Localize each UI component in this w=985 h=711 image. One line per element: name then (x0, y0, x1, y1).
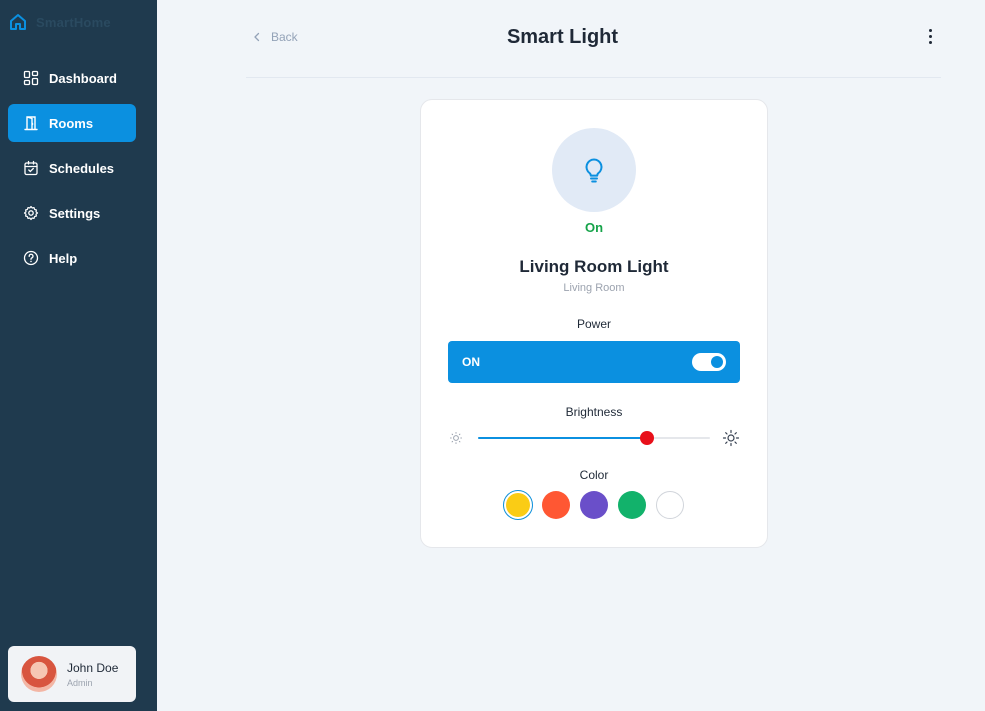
sidebar-item-schedules[interactable]: Schedules (8, 149, 136, 187)
power-toggle[interactable]: ON (448, 341, 740, 383)
page-title-text: Smart Light (506, 26, 619, 48)
device-card: On Living Room Light Living Room Power O… (420, 99, 768, 548)
door-icon (23, 115, 39, 131)
color-label: Color (579, 468, 609, 482)
lightbulb-icon (585, 158, 603, 183)
help-circle-icon (23, 250, 39, 266)
user-card[interactable]: John Doe Admin (8, 646, 136, 702)
page-title: Smart Light (0, 26, 985, 49)
avatar (21, 656, 57, 692)
header-divider (246, 77, 941, 78)
brightness-slider[interactable] (478, 431, 710, 445)
brightness-fill (478, 437, 648, 439)
sidebar-item-help[interactable]: Help (8, 239, 136, 277)
user-name: John Doe (67, 660, 119, 675)
more-vertical-icon[interactable] (920, 25, 940, 47)
user-info: John Doe Admin (67, 661, 118, 688)
toggle-switch[interactable] (692, 353, 726, 371)
sidebar-item-label: Schedules (49, 160, 115, 176)
brightness-label: Brightness (565, 405, 623, 419)
sidebar-nav: Dashboard Rooms Schedules Settings Help (8, 59, 136, 284)
grid-icon (23, 70, 39, 86)
gear-icon (23, 205, 39, 221)
color-swatch-orange[interactable] (542, 491, 570, 519)
sidebar: SmartHome Dashboard Rooms Schedules Sett… (0, 0, 157, 711)
sun-bright-icon (722, 429, 740, 447)
device-state: On (584, 220, 604, 235)
sidebar-item-label: Rooms (49, 115, 94, 131)
sidebar-item-dashboard[interactable]: Dashboard (8, 59, 136, 97)
sidebar-item-rooms[interactable]: Rooms (8, 104, 136, 142)
color-swatch-purple[interactable] (580, 491, 608, 519)
sidebar-item-label: Settings (49, 205, 101, 221)
device-icon-circle (552, 128, 636, 212)
sidebar-item-settings[interactable]: Settings (8, 194, 136, 232)
device-room: Living Room (563, 282, 625, 294)
user-role: Admin (67, 677, 93, 688)
sidebar-item-label: Help (49, 250, 78, 266)
color-swatch-yellow[interactable] (503, 490, 533, 520)
color-swatch-green[interactable] (618, 491, 646, 519)
brightness-slider-row (448, 429, 740, 447)
calendar-check-icon (23, 160, 39, 176)
power-label: Power (576, 317, 611, 331)
color-swatch-white[interactable] (656, 491, 684, 519)
power-value: ON (462, 355, 480, 369)
brightness-thumb[interactable] (640, 431, 655, 445)
device-name: Living Room Light (519, 257, 669, 276)
sidebar-item-label: Dashboard (49, 70, 117, 86)
color-swatches (421, 490, 767, 520)
sun-dim-icon (450, 432, 462, 444)
